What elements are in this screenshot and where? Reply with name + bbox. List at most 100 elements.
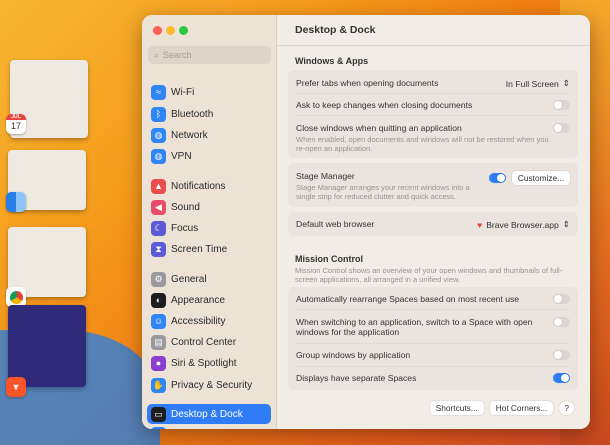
stage-window-brave[interactable] bbox=[8, 305, 86, 387]
sidebar-item-label: Control Center bbox=[171, 336, 237, 348]
search-placeholder: Search bbox=[163, 50, 192, 60]
divider bbox=[296, 115, 570, 116]
search-input[interactable]: ⌕ Search bbox=[148, 46, 271, 64]
appearance-icon: ◐ bbox=[151, 292, 166, 308]
zoom-button[interactable] bbox=[179, 26, 188, 35]
close-windows-toggle[interactable] bbox=[553, 123, 570, 133]
sidebar-item-focus[interactable]: ☾ Focus bbox=[147, 218, 271, 238]
close-button[interactable] bbox=[153, 26, 162, 35]
gear-icon: ⚙ bbox=[151, 271, 166, 287]
section-heading-mission-control: Mission Control bbox=[295, 254, 363, 264]
calendar-date: 17 bbox=[10, 121, 21, 131]
switch-space-label: When switching to an application, switch… bbox=[296, 317, 533, 337]
group-windows-label: Group windows by application bbox=[296, 350, 411, 360]
moon-icon: ☾ bbox=[151, 220, 166, 236]
sidebar-item-label: Network bbox=[171, 129, 208, 141]
ask-keep-toggle[interactable] bbox=[553, 100, 570, 110]
sidebar-item-label: Siri & Spotlight bbox=[171, 357, 237, 369]
dock-icon: ▭ bbox=[151, 406, 166, 422]
footer-buttons: Shortcuts... Hot Corners... ? bbox=[429, 401, 574, 415]
page-title: Desktop & Dock bbox=[277, 15, 590, 46]
mission-control-desc: Mission Control shows an overview of you… bbox=[295, 266, 563, 284]
sidebar-item-displays[interactable]: ☀ Displays bbox=[147, 424, 271, 429]
sidebar-item-vpn[interactable]: ◍ VPN bbox=[147, 146, 271, 166]
display-icon: ☀ bbox=[151, 426, 166, 429]
shortcuts-button[interactable]: Shortcuts... bbox=[429, 401, 484, 415]
sidebar-item-label: Displays bbox=[171, 429, 209, 430]
close-windows-label: Close windows when quitting an applicati… bbox=[296, 123, 462, 133]
stage-manager-toggle[interactable] bbox=[488, 173, 506, 183]
mission-control-group: Automatically rearrange Spaces based on … bbox=[288, 287, 578, 390]
sidebar-item-bluetooth[interactable]: ᛒ Bluetooth bbox=[147, 104, 271, 124]
speaker-icon: ◀ bbox=[151, 199, 166, 215]
search-icon: ⌕ bbox=[154, 49, 160, 60]
prefer-tabs-select[interactable]: In Full Screen ⇕ bbox=[506, 78, 570, 89]
auto-rearrange-toggle[interactable] bbox=[553, 294, 570, 304]
sidebar-item-label: General bbox=[171, 273, 207, 285]
updown-chevron-icon: ⇕ bbox=[562, 219, 570, 229]
separate-spaces-toggle[interactable] bbox=[553, 373, 570, 383]
sidebar-item-network[interactable]: ◍ Network bbox=[147, 125, 271, 145]
sidebar-item-label: Bluetooth bbox=[171, 108, 214, 120]
minimize-button[interactable] bbox=[166, 26, 175, 35]
sidebar-item-label: Accessibility bbox=[171, 315, 226, 327]
close-windows-desc: When enabled, open documents and windows… bbox=[296, 135, 549, 153]
divider bbox=[296, 309, 570, 310]
sidebar-item-general[interactable]: ⚙ General bbox=[147, 269, 271, 289]
stage-manager-group: Stage Manager Stage Manager arranges your… bbox=[288, 163, 578, 207]
default-browser-value: Brave Browser.app bbox=[486, 219, 559, 230]
sidebar-item-notifications[interactable]: ▲ Notifications bbox=[147, 176, 271, 196]
sidebar-item-siri-spotlight[interactable]: ● Siri & Spotlight bbox=[147, 353, 271, 373]
sidebar-item-label: Privacy & Security bbox=[171, 379, 253, 391]
hot-corners-button[interactable]: Hot Corners... bbox=[489, 401, 554, 415]
divider bbox=[296, 366, 570, 367]
sidebar-item-appearance[interactable]: ◐ Appearance bbox=[147, 290, 271, 310]
stage-manager-desc: Stage Manager arranges your recent windo… bbox=[296, 183, 470, 201]
ask-keep-label: Ask to keep changes when closing documen… bbox=[296, 100, 473, 110]
divider bbox=[296, 343, 570, 344]
sidebar-item-accessibility[interactable]: ☺ Accessibility bbox=[147, 311, 271, 331]
brave-app-icon: ▼ bbox=[6, 377, 26, 397]
divider bbox=[296, 93, 570, 94]
windows-apps-group: Prefer tabs when opening documents In Fu… bbox=[288, 70, 578, 158]
separate-spaces-label: Displays have separate Spaces bbox=[296, 373, 417, 383]
sidebar-item-label: Focus bbox=[171, 222, 199, 234]
auto-rearrange-label: Automatically rearrange Spaces based on … bbox=[296, 294, 520, 304]
sidebar-item-screen-time[interactable]: ⧗ Screen Time bbox=[147, 239, 271, 259]
sidebar-item-label: Wi-Fi bbox=[171, 86, 195, 98]
customize-button[interactable]: Customize... bbox=[511, 171, 570, 185]
sidebar-item-label: Desktop & Dock bbox=[171, 408, 243, 420]
help-button[interactable]: ? bbox=[559, 401, 574, 415]
default-browser-select[interactable]: ♥ Brave Browser.app ⇕ bbox=[477, 219, 570, 230]
brave-icon: ♥ bbox=[477, 219, 483, 230]
accessibility-icon: ☺ bbox=[151, 313, 166, 329]
hourglass-icon: ⧗ bbox=[151, 241, 166, 257]
section-heading-windows-apps: Windows & Apps bbox=[295, 56, 369, 66]
wifi-icon: ≈ bbox=[151, 84, 166, 100]
sidebar-item-wi-fi[interactable]: ≈ Wi-Fi bbox=[147, 82, 271, 102]
sidebar: ⌕ Search ≈ Wi-Fi ᛒ Bluetooth ◍ Network ◍ VPN ▲ Not… bbox=[142, 15, 277, 429]
bell-icon: ▲ bbox=[151, 178, 166, 194]
bluetooth-icon: ᛒ bbox=[151, 106, 166, 122]
sidebar-item-label: Notifications bbox=[171, 180, 226, 192]
group-windows-toggle[interactable] bbox=[553, 350, 570, 360]
browser-group: Default web browser ♥ Brave Browser.app ⇕ bbox=[288, 212, 578, 236]
sidebar-item-privacy-security[interactable]: ✋ Privacy & Security bbox=[147, 375, 271, 395]
calendar-app-icon: JUL 17 bbox=[6, 114, 26, 134]
sidebar-item-label: Screen Time bbox=[171, 243, 228, 255]
sidebar-item-sound[interactable]: ◀ Sound bbox=[147, 197, 271, 217]
vpn-icon: ◍ bbox=[151, 148, 166, 164]
globe-icon: ◍ bbox=[151, 127, 166, 143]
siri-icon: ● bbox=[151, 355, 166, 371]
sidebar-item-control-center[interactable]: ▤ Control Center bbox=[147, 332, 271, 352]
sidebar-item-label: Appearance bbox=[171, 294, 225, 306]
hand-icon: ✋ bbox=[151, 377, 166, 393]
sidebar-item-label: VPN bbox=[171, 150, 192, 162]
default-browser-label: Default web browser bbox=[296, 219, 375, 229]
switch-space-toggle[interactable] bbox=[553, 317, 570, 327]
chrome-app-icon bbox=[6, 287, 26, 307]
prefer-tabs-label: Prefer tabs when opening documents bbox=[296, 78, 439, 88]
finder-app-icon bbox=[6, 192, 26, 212]
updown-chevron-icon: ⇕ bbox=[562, 78, 570, 88]
sidebar-item-desktop-dock[interactable]: ▭ Desktop & Dock bbox=[147, 404, 271, 424]
